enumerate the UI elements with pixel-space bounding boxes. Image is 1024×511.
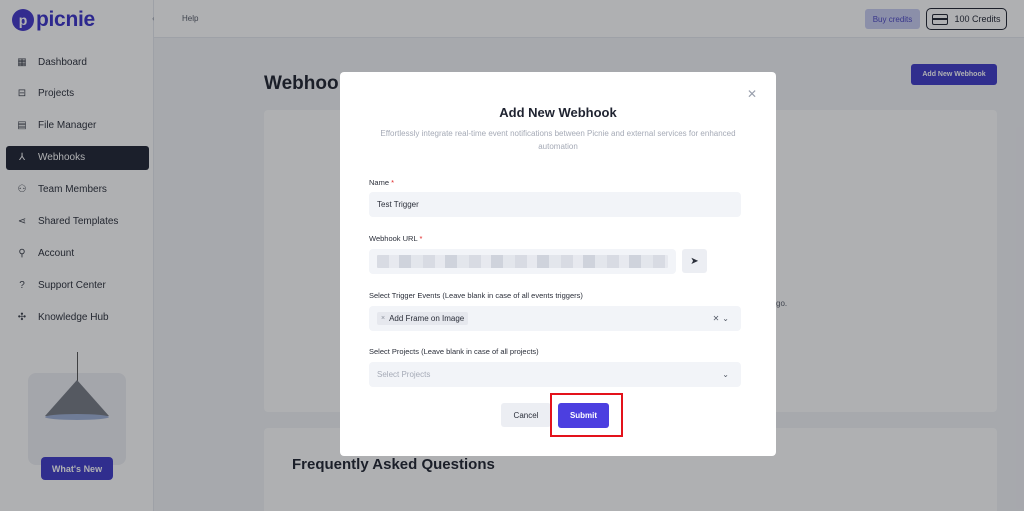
select-controls: ✕⌄ <box>713 314 732 323</box>
cancel-button[interactable]: Cancel <box>501 403 551 427</box>
name-input-value: Test Trigger <box>377 200 419 209</box>
remove-chip-icon[interactable]: × <box>381 315 385 322</box>
event-chip-label: Add Frame on Image <box>389 314 465 323</box>
submit-highlight-box <box>550 393 623 437</box>
webhook-url-label: Webhook URL * <box>369 234 423 243</box>
trigger-events-label: Select Trigger Events (Leave blank in ca… <box>369 291 583 300</box>
required-mark: * <box>419 234 423 243</box>
name-input[interactable]: Test Trigger <box>369 192 741 217</box>
required-mark: * <box>391 178 395 187</box>
trigger-events-select[interactable]: × Add Frame on Image ✕⌄ <box>369 306 741 331</box>
redacted-url <box>377 255 668 268</box>
close-icon[interactable]: ✕ <box>747 87 757 101</box>
clear-icon[interactable]: ✕ <box>713 314 723 323</box>
chevron-down-icon[interactable]: ⌄ <box>722 314 732 323</box>
projects-placeholder: Select Projects <box>377 370 431 379</box>
chevron-down-icon[interactable]: ⌄ <box>722 370 732 379</box>
event-chip: × Add Frame on Image <box>377 312 469 325</box>
webhook-url-input[interactable] <box>369 249 676 274</box>
modal-title: Add New Webhook <box>499 105 617 120</box>
projects-label: Select Projects (Leave blank in case of … <box>369 347 539 356</box>
send-icon: ➤ <box>690 255 699 267</box>
projects-select[interactable]: Select Projects ⌄ <box>369 362 741 387</box>
modal-subtitle: Effortlessly integrate real-time event n… <box>380 129 736 151</box>
send-test-button[interactable]: ➤ <box>682 249 707 273</box>
name-label: Name * <box>369 178 395 187</box>
